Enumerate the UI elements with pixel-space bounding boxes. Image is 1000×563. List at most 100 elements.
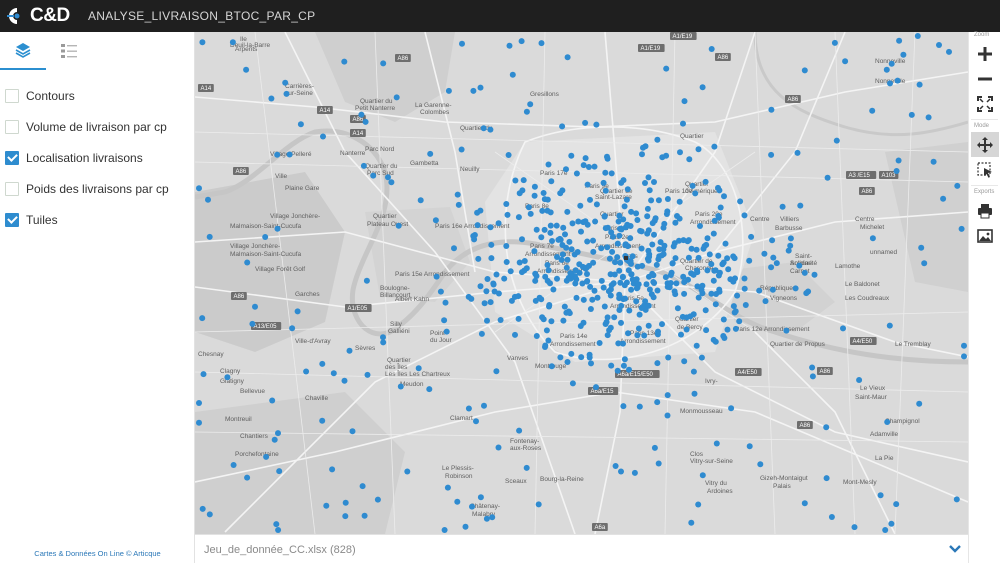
delivery-point[interactable] <box>601 213 608 220</box>
delivery-point[interactable] <box>364 371 371 378</box>
delivery-point[interactable] <box>746 443 753 450</box>
delivery-point[interactable] <box>587 196 593 203</box>
delivery-point[interactable] <box>276 468 283 475</box>
delivery-point[interactable] <box>544 262 551 268</box>
delivery-point[interactable] <box>393 94 400 101</box>
delivery-point[interactable] <box>477 494 484 501</box>
delivery-point[interactable] <box>604 153 610 160</box>
delivery-point[interactable] <box>477 283 484 290</box>
delivery-point[interactable] <box>361 512 368 519</box>
delivery-point[interactable] <box>580 319 587 326</box>
delivery-point[interactable] <box>330 370 337 377</box>
delivery-point[interactable] <box>503 201 510 207</box>
delivery-point[interactable] <box>669 260 676 267</box>
delivery-point[interactable] <box>654 399 661 406</box>
delivery-point[interactable] <box>621 203 628 210</box>
delivery-point[interactable] <box>655 328 661 335</box>
delivery-point[interactable] <box>648 291 655 298</box>
delivery-point[interactable] <box>621 282 628 289</box>
delivery-point[interactable] <box>805 288 812 295</box>
delivery-point[interactable] <box>715 184 721 191</box>
delivery-point[interactable] <box>478 330 485 337</box>
delivery-point[interactable] <box>925 114 932 121</box>
delivery-point[interactable] <box>884 419 891 425</box>
delivery-point[interactable] <box>663 65 670 72</box>
delivery-point[interactable] <box>346 347 353 354</box>
delivery-point[interactable] <box>921 260 928 267</box>
delivery-point[interactable] <box>712 301 719 308</box>
delivery-point[interactable] <box>961 342 967 349</box>
delivery-point[interactable] <box>900 51 907 58</box>
delivery-point[interactable] <box>244 474 251 481</box>
delivery-point[interactable] <box>649 220 656 227</box>
delivery-point[interactable] <box>732 325 739 332</box>
delivery-point[interactable] <box>229 39 236 46</box>
delivery-point[interactable] <box>544 277 551 284</box>
delivery-point[interactable] <box>620 403 627 410</box>
delivery-point[interactable] <box>590 248 597 255</box>
app-logo[interactable]: C&D <box>6 5 70 27</box>
delivery-point[interactable] <box>586 262 592 269</box>
delivery-point[interactable] <box>454 498 461 505</box>
delivery-point[interactable] <box>794 149 801 156</box>
delivery-point[interactable] <box>584 271 590 277</box>
delivery-point[interactable] <box>690 271 697 278</box>
delivery-point[interactable] <box>688 245 695 252</box>
delivery-point[interactable] <box>655 197 662 204</box>
delivery-point[interactable] <box>564 359 571 365</box>
delivery-point[interactable] <box>624 186 631 193</box>
print-button[interactable] <box>971 198 999 223</box>
delivery-point[interactable] <box>559 123 566 130</box>
delivery-point[interactable] <box>685 237 692 244</box>
delivery-point[interactable] <box>704 235 711 242</box>
delivery-point[interactable] <box>639 151 645 158</box>
delivery-point[interactable] <box>614 240 621 247</box>
delivery-point[interactable] <box>601 303 608 310</box>
delivery-point[interactable] <box>553 222 560 229</box>
delivery-point[interactable] <box>262 234 269 240</box>
delivery-point[interactable] <box>648 197 655 204</box>
delivery-point[interactable] <box>672 255 679 262</box>
delivery-point[interactable] <box>720 316 727 323</box>
delivery-point[interactable] <box>417 197 424 204</box>
delivery-point[interactable] <box>602 169 609 176</box>
delivery-point[interactable] <box>591 163 598 170</box>
delivery-point[interactable] <box>329 466 336 473</box>
delivery-point[interactable] <box>888 520 895 527</box>
delivery-point[interactable] <box>637 227 644 234</box>
delivery-point[interactable] <box>558 256 565 263</box>
delivery-point[interactable] <box>655 460 662 467</box>
delivery-point[interactable] <box>664 392 671 399</box>
delivery-point[interactable] <box>659 321 665 328</box>
delivery-point[interactable] <box>908 111 915 118</box>
delivery-point[interactable] <box>521 258 528 264</box>
delivery-point[interactable] <box>643 281 650 288</box>
delivery-point[interactable] <box>792 285 799 292</box>
delivery-point[interactable] <box>748 233 755 240</box>
delivery-point[interactable] <box>676 198 683 205</box>
delivery-point[interactable] <box>719 261 726 268</box>
delivery-point[interactable] <box>506 42 513 49</box>
delivery-point[interactable] <box>640 144 646 151</box>
delivery-point[interactable] <box>404 468 411 475</box>
delivery-point[interactable] <box>856 377 863 383</box>
delivery-point[interactable] <box>268 95 275 102</box>
delivery-point[interactable] <box>199 39 206 46</box>
delivery-point[interactable] <box>593 384 599 391</box>
delivery-point[interactable] <box>243 66 250 73</box>
delivery-point[interactable] <box>703 327 710 334</box>
delivery-point[interactable] <box>443 328 450 335</box>
delivery-point[interactable] <box>484 317 490 324</box>
delivery-point[interactable] <box>512 331 518 338</box>
delivery-point[interactable] <box>539 207 546 214</box>
delivery-point[interactable] <box>573 294 580 301</box>
delivery-point[interactable] <box>685 254 692 261</box>
delivery-point[interactable] <box>687 313 694 320</box>
delivery-point[interactable] <box>224 374 231 381</box>
delivery-point[interactable] <box>487 299 494 306</box>
delivery-point[interactable] <box>916 400 923 407</box>
delivery-point[interactable] <box>702 178 709 185</box>
delivery-point[interactable] <box>592 218 599 225</box>
delivery-point[interactable] <box>559 251 566 258</box>
delivery-point[interactable] <box>673 280 680 287</box>
